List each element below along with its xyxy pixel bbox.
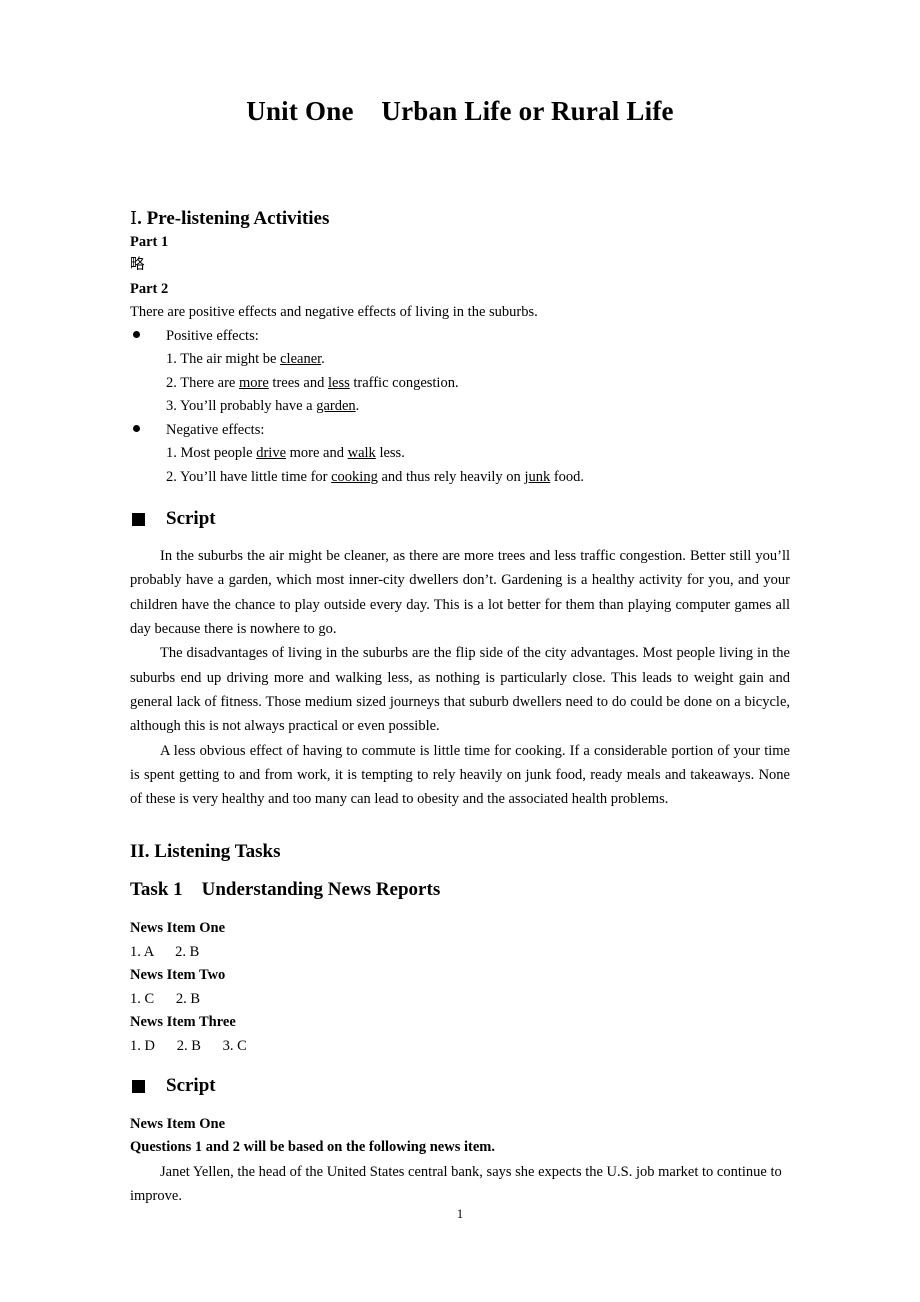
task-1-heading: Task 1 Understanding News Reports xyxy=(130,879,441,901)
news-item-two-answers: 1. C 2. B xyxy=(130,990,201,1007)
section-heading-listening-tasks: II. Listening Tasks xyxy=(130,840,281,862)
part-1-label: Part 1 xyxy=(130,233,169,250)
document-content: Unit One Urban Life or Rural Life Ⅰ. Pre… xyxy=(130,0,790,1208)
news-item-one-label: News Item One xyxy=(130,920,226,937)
negative-item-2-answer-2: junk xyxy=(524,468,551,485)
bullet-dot-icon xyxy=(133,331,140,339)
negative-item-2-suffix: food. xyxy=(550,468,585,485)
negative-item-2-middle: and thus rely heavily on xyxy=(377,468,525,485)
negative-item-1-middle: more and xyxy=(286,445,348,462)
filled-square-icon xyxy=(132,1080,145,1094)
bullet-negative-effects: Negative effects: xyxy=(130,419,790,442)
news-item-one-answers: 1. A 2. B xyxy=(130,943,200,960)
section-heading-text: . Pre-listening Activities xyxy=(137,208,330,230)
positive-item-2: 2. There are more trees and less traffic… xyxy=(130,372,790,395)
negative-item-2: 2. You’ll have little time for cooking a… xyxy=(130,466,790,489)
script-paragraph: The disadvantages of living in the subur… xyxy=(130,645,790,735)
positive-item-1-prefix: 1. The air might be xyxy=(166,351,281,368)
negative-item-1: 1. Most people drive more and walk less. xyxy=(130,442,790,465)
part-2-intro-text: There are positive effects and negative … xyxy=(130,304,538,321)
positive-item-2-prefix: 2. There are xyxy=(166,374,239,391)
part-1-answer: 略 xyxy=(130,257,145,274)
script-news-item-label: News Item One xyxy=(130,1115,226,1132)
script-paragraph: A less obvious effect of having to commu… xyxy=(130,742,790,808)
bullet-positive-effects: Positive effects: xyxy=(130,325,790,348)
negative-item-1-suffix: less. xyxy=(375,445,405,462)
positive-item-3-suffix: . xyxy=(355,398,360,415)
news-item-three-answers: 1. D 2. B 3. C xyxy=(130,1037,247,1054)
page-number: 1 xyxy=(456,1207,464,1221)
positive-item-2-answer-1: more xyxy=(239,374,269,391)
filled-square-icon xyxy=(132,513,145,527)
positive-item-3-answer: garden xyxy=(316,398,356,415)
positive-item-2-suffix: traffic congestion. xyxy=(349,374,459,391)
positive-effects-label: Positive effects: xyxy=(166,327,259,344)
section-heading-pre-listening: Ⅰ. Pre-listening Activities xyxy=(130,165,790,231)
positive-item-1: 1. The air might be cleaner. xyxy=(130,348,790,371)
news-item-two-label: News Item Two xyxy=(130,967,226,984)
negative-effects-label: Negative effects: xyxy=(166,421,265,438)
positive-item-3: 3. You’ll probably have a garden. xyxy=(130,395,790,418)
script-heading-label: Script xyxy=(166,508,216,530)
script-heading-pre-listening: Script xyxy=(130,507,790,532)
page-title: Unit One Urban Life or Rural Life xyxy=(246,96,674,126)
bullet-dot-icon xyxy=(133,425,140,433)
negative-item-2-prefix: 2. You’ll have little time for xyxy=(166,468,332,485)
positive-item-2-answer-2: less xyxy=(327,374,350,391)
positive-item-1-answer: cleaner xyxy=(280,351,322,368)
script-news-body: Janet Yellen, the head of the United Sta… xyxy=(130,1163,782,1205)
part-2-label: Part 2 xyxy=(130,280,169,297)
negative-item-1-prefix: 1. Most people xyxy=(166,445,257,462)
script-heading-label: Script xyxy=(166,1075,216,1097)
document-page: Unit One Urban Life or Rural Life Ⅰ. Pre… xyxy=(0,0,920,1302)
positive-item-3-prefix: 3. You’ll probably have a xyxy=(166,398,317,415)
script-heading-listening-tasks: Script xyxy=(130,1074,790,1099)
script-paragraph: In the suburbs the air might be cleaner,… xyxy=(130,547,790,637)
negative-item-2-answer-1: cooking xyxy=(331,468,378,485)
negative-item-1-answer-2: walk xyxy=(347,445,376,462)
positive-item-1-suffix: . xyxy=(321,351,325,368)
news-item-three-label: News Item Three xyxy=(130,1014,236,1031)
negative-item-1-answer-1: drive xyxy=(256,445,287,462)
positive-item-2-middle: trees and xyxy=(268,374,328,391)
script-questions-line: Questions 1 and 2 will be based on the f… xyxy=(130,1139,495,1156)
